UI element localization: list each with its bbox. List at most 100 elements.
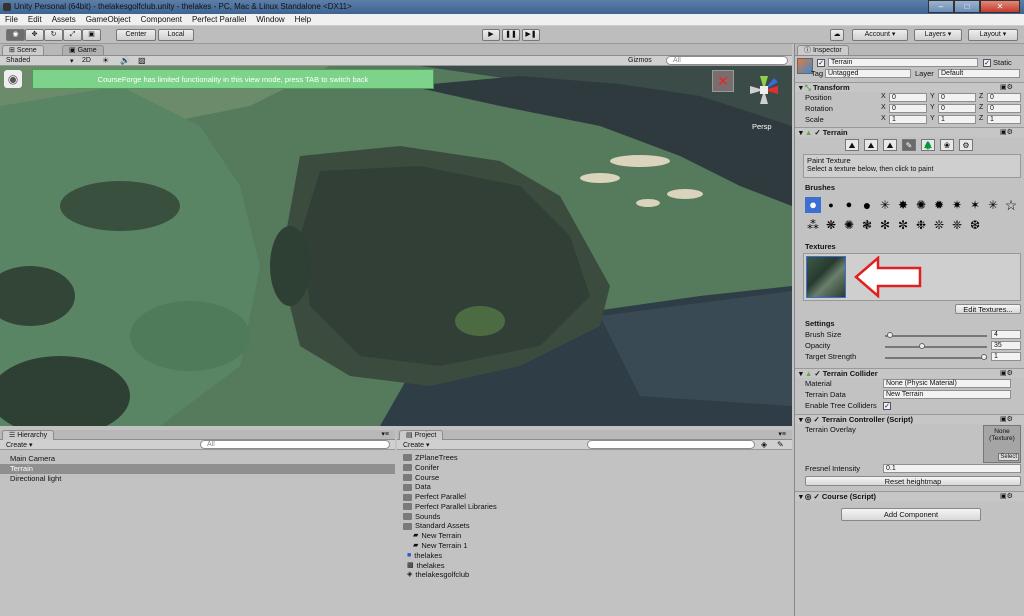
courseforge-logo-icon[interactable]: ◉ — [4, 70, 22, 88]
brush-stroke-icon[interactable]: ✻ — [877, 217, 893, 233]
layer-dropdown[interactable]: Default — [938, 69, 1020, 78]
terrain-controller-header[interactable]: ▾ ◎ ✓ Terrain Controller (Script) — [795, 414, 1024, 424]
brush-star-small-icon[interactable]: ✳ — [985, 197, 1001, 213]
brush-noise-icon[interactable]: ✸ — [895, 197, 911, 213]
scene-orientation-gizmo[interactable] — [742, 68, 786, 112]
project-item[interactable]: ▰ New Terrain — [399, 531, 789, 541]
project-search-input[interactable] — [587, 440, 755, 449]
menu-assets[interactable]: Assets — [47, 14, 81, 24]
menu-file[interactable]: File — [0, 14, 23, 24]
minimize-button[interactable]: – — [928, 0, 954, 13]
tab-hierarchy[interactable]: ☰ Hierarchy — [2, 430, 55, 440]
account-dropdown[interactable]: Account ▾ — [852, 29, 908, 41]
target-strength-slider[interactable] — [885, 354, 987, 360]
edit-textures-button[interactable]: Edit Textures... — [955, 304, 1021, 314]
rotation-y-field[interactable]: 0 — [938, 104, 976, 113]
brush-dots-icon[interactable]: ⁂ — [805, 217, 821, 233]
brush-grass-icon[interactable]: ✷ — [949, 197, 965, 213]
project-item[interactable]: ▩ thelakes — [399, 561, 789, 571]
paint-details-tool-icon[interactable]: ❀ — [940, 139, 954, 151]
scale-tool-icon[interactable]: ⤢ — [63, 29, 82, 41]
brush-round-large-icon[interactable]: ● — [859, 197, 875, 213]
brush-grain-icon[interactable]: ❊ — [931, 217, 947, 233]
tab-scene[interactable]: ⊞ Scene — [2, 45, 44, 55]
scale-z-field[interactable]: 1 — [987, 115, 1021, 124]
pause-icon[interactable]: ❚❚ — [502, 29, 520, 41]
project-item[interactable]: ZPlaneTrees — [399, 453, 789, 463]
step-icon[interactable]: ▶❚ — [522, 29, 540, 41]
project-item[interactable]: Standard Assets — [399, 521, 789, 532]
close-button[interactable]: ✕ — [980, 0, 1020, 13]
project-item[interactable]: Perfect Parallel — [399, 492, 789, 502]
move-tool-icon[interactable]: ✥ — [25, 29, 44, 41]
cloud-icon[interactable]: ☁ — [830, 29, 844, 41]
rotate-tool-icon[interactable]: ↻ — [44, 29, 63, 41]
position-y-field[interactable]: 0 — [938, 93, 976, 102]
terrain-data-field[interactable]: New Terrain — [883, 390, 1011, 399]
enable-tree-colliders-checkbox[interactable]: ✓ — [883, 402, 891, 410]
brush-spray-icon[interactable]: ✺ — [841, 217, 857, 233]
scale-y-field[interactable]: 1 — [938, 115, 976, 124]
opacity-slider[interactable] — [885, 343, 987, 349]
transform-header[interactable]: ▾ ⤡ Transform — [795, 82, 1024, 92]
brush-flakes-icon[interactable]: ❈ — [949, 217, 965, 233]
filter-by-label-icon[interactable]: ✎ — [777, 440, 784, 449]
brush-round-medium-icon[interactable]: ● — [841, 197, 857, 213]
brush-soft-round-icon[interactable]: ● — [805, 197, 821, 213]
hierarchy-item-main-camera[interactable]: Main Camera — [0, 454, 395, 464]
brush-splatter-icon[interactable]: ✳ — [877, 197, 893, 213]
hierarchy-create-button[interactable]: Create ▾ — [6, 441, 32, 449]
gizmos-dropdown[interactable]: Gizmos — [628, 57, 652, 64]
pivot-center-button[interactable]: Center — [116, 29, 156, 41]
project-item[interactable]: Perfect Parallel Libraries — [399, 502, 789, 512]
hierarchy-item-directional-light[interactable]: Directional light — [0, 474, 395, 484]
layout-dropdown[interactable]: Layout ▾ — [968, 29, 1018, 41]
lighting-icon[interactable]: ☀ — [102, 56, 109, 65]
help-icon[interactable]: ▣⚙ — [1000, 492, 1013, 500]
paint-texture-tool-icon[interactable]: ✎ — [902, 139, 916, 151]
project-item[interactable]: Sounds — [399, 512, 789, 522]
hierarchy-item-terrain[interactable]: Terrain — [0, 464, 395, 474]
brush-specks-icon[interactable]: ❆ — [967, 217, 983, 233]
active-checkbox[interactable]: ✓ — [817, 59, 825, 67]
terrain-header[interactable]: ▾ ▲ ✓ Terrain — [795, 127, 1024, 137]
filter-by-type-icon[interactable]: ◈ — [761, 440, 767, 449]
brush-scatter-icon[interactable]: ✹ — [931, 197, 947, 213]
material-field[interactable]: None (Physic Material) — [883, 379, 1011, 388]
project-item[interactable]: ■ thelakes — [399, 551, 789, 561]
pivot-local-button[interactable]: Local — [158, 29, 194, 41]
project-item[interactable]: Conifer — [399, 463, 789, 473]
tab-game[interactable]: ▣ Game — [62, 45, 104, 55]
maximize-button[interactable]: □ — [954, 0, 980, 13]
tag-dropdown[interactable]: Untagged — [825, 69, 911, 78]
brush-speckle-icon[interactable]: ❉ — [913, 217, 929, 233]
rotation-x-field[interactable]: 0 — [889, 104, 927, 113]
hand-tool-icon[interactable]: ◉ — [6, 29, 25, 41]
brush-cloud-icon[interactable]: ✺ — [913, 197, 929, 213]
brush-spots-icon[interactable]: ❋ — [823, 217, 839, 233]
panel-menu-icon[interactable]: ▾≡ — [778, 430, 786, 438]
shading-dropdown[interactable]: Shaded — [6, 57, 30, 64]
2d-toggle[interactable]: 2D — [82, 57, 91, 64]
scale-x-field[interactable]: 1 — [889, 115, 927, 124]
scene-view[interactable]: CourseForge has limited functionality in… — [0, 66, 792, 426]
fresnel-intensity-field[interactable]: 0.1 — [883, 464, 1021, 473]
close-overlay-icon[interactable]: ✕ — [712, 70, 734, 92]
terrain-collider-header[interactable]: ▾ ▲ ✓ Terrain Collider — [795, 368, 1024, 378]
help-icon[interactable]: ▣⚙ — [1000, 369, 1013, 377]
smooth-height-tool-icon[interactable]: ⛰ — [883, 139, 897, 151]
terrain-settings-icon[interactable]: ⚙ — [959, 139, 973, 151]
project-item[interactable]: ◈ thelakesgolfclub — [399, 570, 789, 581]
menu-perfect-parallel[interactable]: Perfect Parallel — [187, 14, 251, 24]
overlay-select-button[interactable]: Select — [998, 453, 1019, 461]
brush-star-icon[interactable]: ☆ — [1003, 197, 1019, 213]
reset-heightmap-button[interactable]: Reset heightmap — [805, 476, 1021, 486]
help-icon[interactable]: ▣⚙ — [1000, 128, 1013, 136]
add-component-button[interactable]: Add Component — [841, 508, 981, 521]
project-item[interactable]: Data — [399, 482, 789, 492]
brush-sponge-icon[interactable]: ✼ — [895, 217, 911, 233]
brush-size-slider[interactable] — [885, 332, 987, 338]
raise-lower-tool-icon[interactable]: ⛰ — [845, 139, 859, 151]
tab-inspector[interactable]: ⓘ Inspector — [797, 45, 849, 55]
menu-edit[interactable]: Edit — [23, 14, 47, 24]
